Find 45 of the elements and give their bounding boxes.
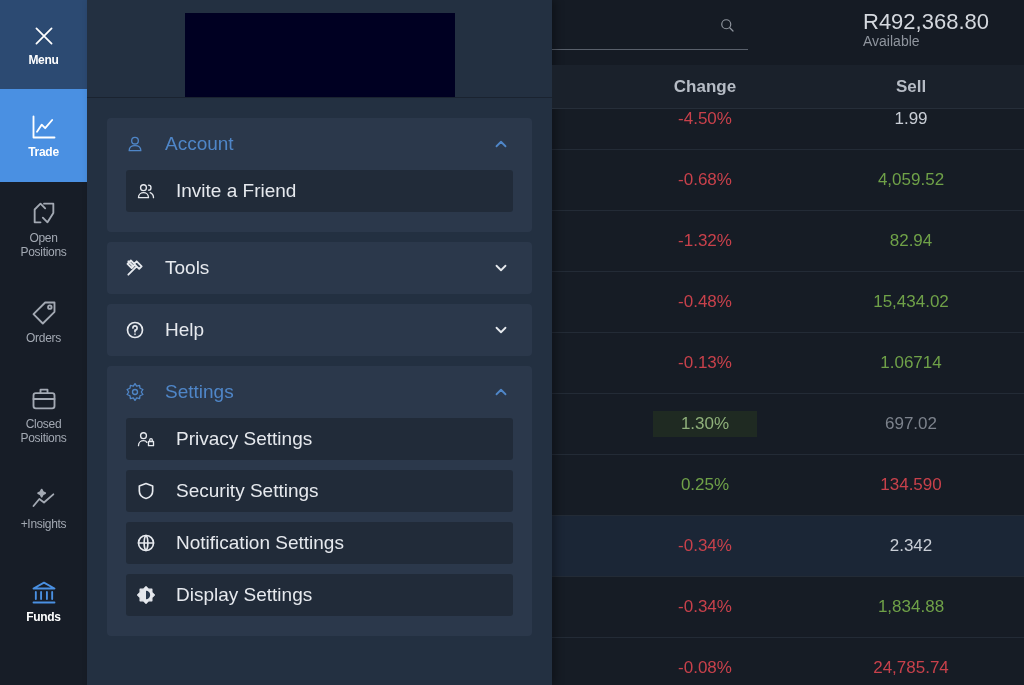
table-cell-text: 134.590: [880, 474, 942, 496]
question-icon: [125, 320, 145, 340]
balance-label: Available: [863, 34, 921, 48]
table-cell-text: 0.25%: [680, 474, 730, 496]
column-header[interactable]: Sell: [895, 76, 927, 97]
globe-icon: [136, 533, 156, 553]
brightness-icon: [136, 585, 156, 605]
table-cell-text: -4.50%: [678, 109, 732, 130]
menu-item[interactable]: Notification Settings: [126, 522, 513, 564]
table-cell-text: -0.34%: [678, 535, 732, 557]
nav-item[interactable]: +Insights: [0, 461, 87, 554]
table-cell-text: 4,059.52: [877, 169, 945, 191]
people-icon: [136, 181, 156, 201]
table-cell-text: 24,785.74: [873, 657, 949, 679]
person-lock-icon: [136, 429, 156, 449]
nav-item[interactable]: Orders: [0, 275, 87, 368]
nav-item[interactable]: Open Positions: [0, 182, 87, 275]
menu-button[interactable]: Menu: [0, 0, 87, 89]
table-cell-text: -0.68%: [678, 169, 732, 191]
menu-item[interactable]: Display Settings: [126, 574, 513, 616]
table-cell-text: -0.34%: [678, 596, 732, 618]
menu-item[interactable]: Security Settings: [126, 470, 513, 512]
gear-icon: [125, 382, 145, 402]
table-cell-text: -0.48%: [678, 291, 732, 313]
table-cell-text: -1.32%: [678, 230, 732, 252]
shield-icon: [136, 481, 156, 501]
table-cell-text: 15,434.02: [873, 291, 949, 313]
table-cell-text: 82.94: [889, 230, 933, 252]
table-cell-text: 1.99: [894, 109, 928, 130]
section-header[interactable]: Help: [107, 304, 532, 356]
column-header[interactable]: Change: [673, 76, 737, 97]
section-header[interactable]: Tools: [107, 242, 532, 294]
table-cell: 1.30%: [652, 411, 758, 437]
nav-item[interactable]: Closed Positions: [0, 368, 87, 461]
table-cell-text: 1.06714: [880, 352, 942, 374]
balance-amount: R492,368.80: [863, 10, 989, 34]
menu-item[interactable]: Invite a Friend: [126, 170, 513, 212]
table-cell-text: -0.13%: [678, 352, 732, 374]
menu-item[interactable]: Privacy Settings: [126, 418, 513, 460]
table-cell-text: 2.342: [889, 535, 933, 557]
table-cell-text: -0.08%: [678, 657, 732, 679]
table-cell-text: 697.02: [885, 413, 937, 435]
table-cell-text: 1,834.88: [877, 596, 945, 618]
tools-icon: [125, 258, 145, 278]
nav-item[interactable]: Funds: [0, 554, 87, 647]
